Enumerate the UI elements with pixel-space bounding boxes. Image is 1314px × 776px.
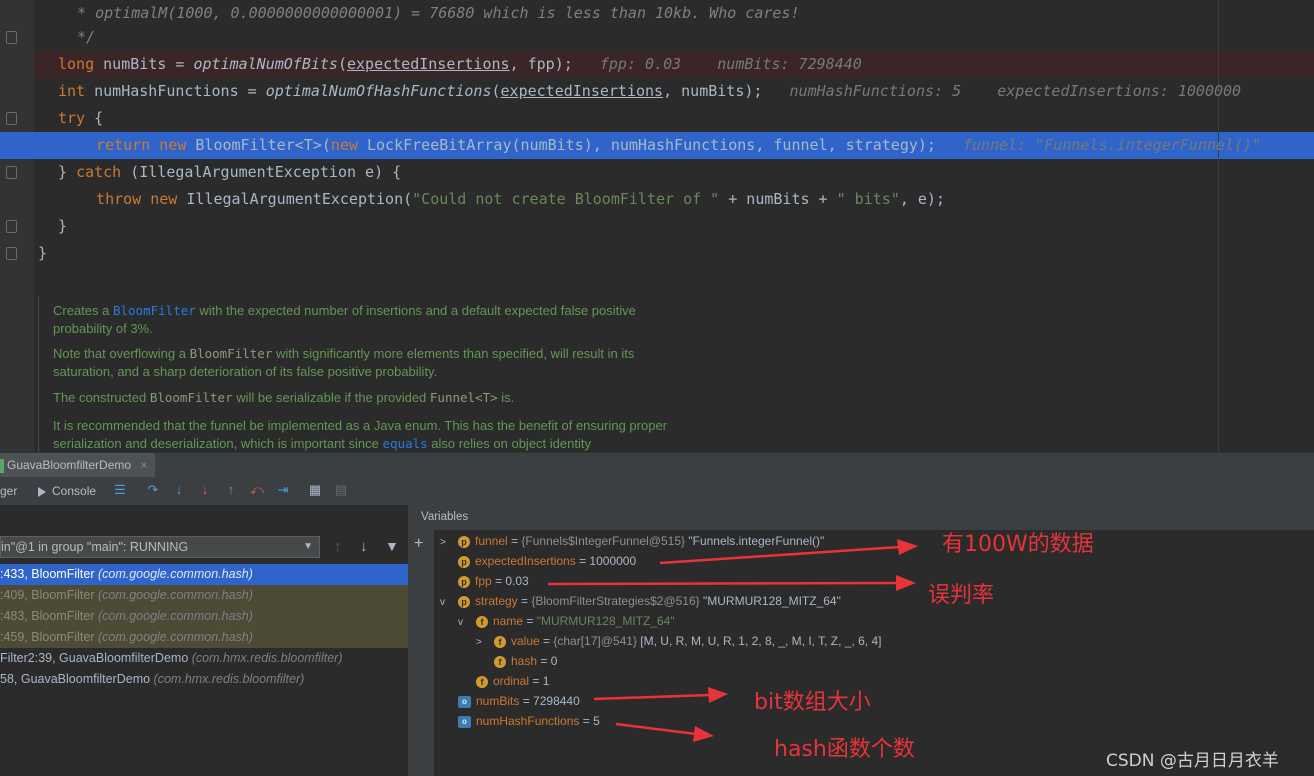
annotation-bit-array-size: bit数组大小 bbox=[754, 690, 871, 715]
annotation-arrow-4 bbox=[615, 722, 714, 742]
annotation-arrow-3 bbox=[593, 687, 728, 703]
annotation-data-count: 有100W的数据 bbox=[942, 532, 1094, 557]
watermark: CSDN @古月日月衣羊 bbox=[1106, 751, 1279, 771]
annotation-hash-function-count: hash函数个数 bbox=[774, 737, 915, 762]
annotation-arrow-1 bbox=[659, 539, 918, 565]
annotation-arrow-2 bbox=[547, 575, 916, 591]
annotation-arrows bbox=[547, 539, 918, 742]
annotation-false-positive-rate: 误判率 bbox=[928, 583, 995, 608]
